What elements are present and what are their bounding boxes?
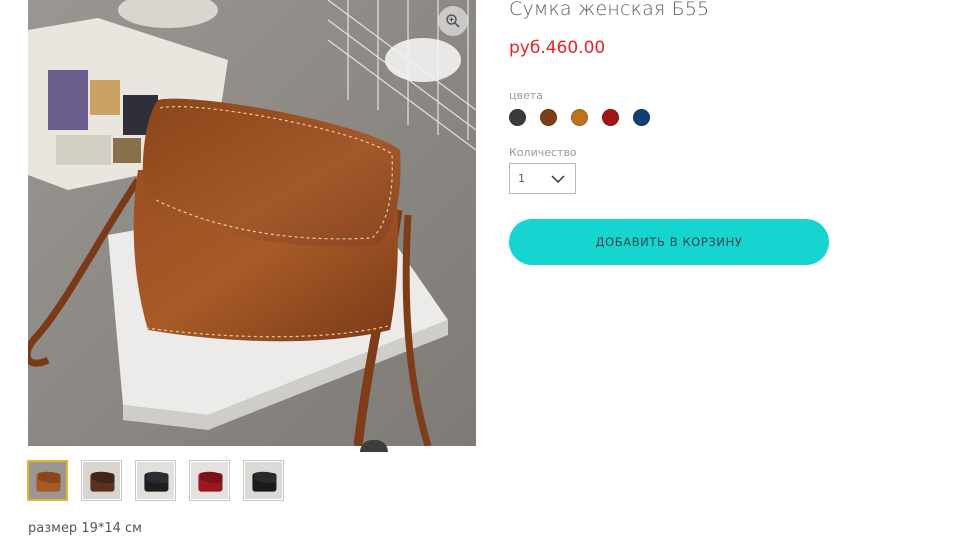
bag-photo [28, 0, 476, 446]
thumbnail-image [137, 462, 174, 499]
quantity-select[interactable]: 1 [509, 163, 576, 194]
thumbnail-image [191, 462, 228, 499]
product-title: Сумка женская Б55 [509, 0, 710, 20]
thumbnail-image [245, 462, 282, 499]
zoom-in-icon [446, 14, 460, 28]
color-swatch-navy[interactable] [633, 109, 650, 126]
quantity-value: 1 [518, 172, 525, 185]
thumbnail-black-2[interactable] [243, 460, 284, 501]
thumbnail-red[interactable] [189, 460, 230, 501]
color-swatch-tan[interactable] [571, 109, 588, 126]
product-description: размер 19*14 см [28, 521, 142, 536]
product-price: руб.460.00 [509, 38, 606, 58]
color-swatch-brown[interactable] [540, 109, 557, 126]
thumbnail-brown[interactable] [81, 460, 122, 501]
product-main-image[interactable] [28, 0, 476, 446]
thumbnail-tan[interactable] [27, 460, 68, 501]
color-swatch-red[interactable] [602, 109, 619, 126]
color-swatches [509, 109, 650, 126]
add-to-cart-button[interactable]: ДОБАВИТЬ В КОРЗИНУ [509, 219, 829, 265]
thumbnail-image [83, 462, 120, 499]
quantity-label: Количество [509, 146, 577, 159]
thumbnail-image [29, 462, 66, 499]
zoom-button[interactable] [438, 6, 468, 36]
chevron-down-icon [551, 175, 565, 184]
thumbnail-black[interactable] [135, 460, 176, 501]
colors-label: цвета [509, 89, 543, 102]
color-swatch-black[interactable] [509, 109, 526, 126]
thumbnail-strip [27, 460, 284, 501]
